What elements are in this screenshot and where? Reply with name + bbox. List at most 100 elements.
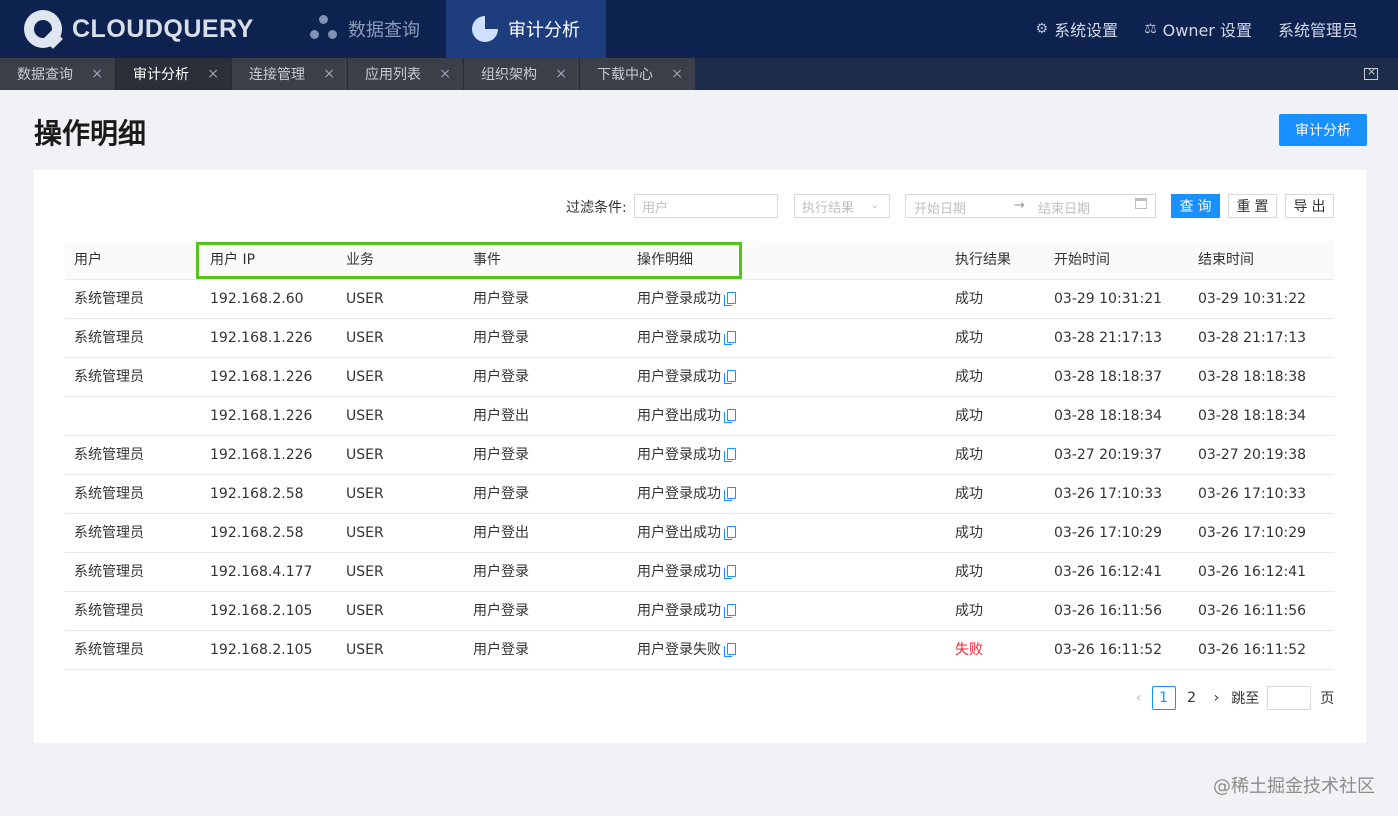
cell-text: USER <box>346 369 384 385</box>
cell-start: 03-28 18:18:37 <box>1054 358 1162 397</box>
cell-text: 03-26 17:10:29 <box>1054 525 1163 541</box>
cell-end: 03-28 18:18:34 <box>1198 397 1306 436</box>
close-icon[interactable]: × <box>207 66 219 82</box>
copy-icon[interactable] <box>724 604 736 618</box>
cell-text: USER <box>346 291 384 307</box>
tab-audit-analysis[interactable]: 审计分析 × <box>116 58 232 90</box>
cell-start: 03-28 18:18:34 <box>1054 397 1162 436</box>
cell-text: 失败 <box>955 642 983 658</box>
tab-data-query[interactable]: 数据查询 × <box>0 58 116 90</box>
audit-analysis-button[interactable]: 审计分析 <box>1279 114 1367 146</box>
cell-text: 192.168.2.58 <box>210 525 304 541</box>
cell-biz: USER <box>346 514 384 553</box>
top-tab-label: 数据查询 <box>348 20 420 41</box>
cell-biz: USER <box>346 592 384 631</box>
cell-text: 03-26 16:12:41 <box>1198 564 1307 580</box>
copy-icon[interactable] <box>724 448 736 462</box>
cell-detail: 用户登录成功 <box>637 358 736 397</box>
reset-button[interactable]: 重置 <box>1228 194 1277 218</box>
table-row: 系统管理员 192.168.4.177 USER 用户登录 用户登录成功 成功 03-26 … <box>65 553 1334 592</box>
cell-text: 03-28 18:18:37 <box>1054 369 1163 385</box>
next-page-icon[interactable]: › <box>1214 690 1220 706</box>
operation-table: 用户 用户 IP 业务 事件 操作明细 执行结果 开始时间 结束时间 系统管理员… <box>65 241 1334 670</box>
cell-event: 用户登出 <box>473 514 529 553</box>
cell-text: 192.168.1.226 <box>210 447 313 463</box>
cell-event: 用户登录 <box>473 358 529 397</box>
cell-text: 系统管理员 <box>74 369 144 385</box>
user-menu[interactable]: 系统管理员 <box>1278 17 1358 41</box>
cell-text: 系统管理员 <box>74 564 144 580</box>
close-icon[interactable]: × <box>91 66 103 82</box>
page-suffix-label: 页 <box>1320 691 1335 707</box>
copy-icon[interactable] <box>724 487 736 501</box>
cell-detail: 用户登录成功 <box>637 592 736 631</box>
cell-start: 03-27 20:19:37 <box>1054 436 1162 475</box>
close-icon[interactable]: × <box>439 66 451 82</box>
operation-detail-card: 过滤条件: 用户 执行结果 ⌄ 开始日期 → 结束日期 查询 重置 导出 用户 … <box>34 170 1366 743</box>
cell-text: 192.168.2.60 <box>210 291 304 307</box>
pagination: ‹ 1 2 › 跳至 页 <box>1136 686 1334 710</box>
cell-start: 03-28 21:17:13 <box>1054 319 1162 358</box>
cell-text: 03-26 16:11:56 <box>1198 603 1307 619</box>
column-header: 开始时间 <box>1054 252 1110 268</box>
brand-logo[interactable]: CLOUDQUERY <box>24 10 284 48</box>
cell-text: 03-26 17:10:33 <box>1054 486 1163 502</box>
cell-end: 03-28 18:18:38 <box>1198 358 1306 397</box>
owner-settings-link[interactable]: ⚖ Owner 设置 <box>1144 17 1252 41</box>
cell-text: 系统管理员 <box>74 603 144 619</box>
copy-icon[interactable] <box>724 565 736 579</box>
close-all-tabs-icon[interactable] <box>1364 65 1378 80</box>
copy-icon[interactable] <box>724 331 736 345</box>
cell-user: 系统管理员 <box>74 631 144 670</box>
tab-label: 下载中心 <box>597 67 653 83</box>
cell-ip: 192.168.2.58 <box>210 475 304 514</box>
system-settings-link[interactable]: ⚙ 系统设置 <box>1036 17 1119 41</box>
tab-app-list[interactable]: 应用列表 × <box>348 58 464 90</box>
cell-event: 用户登录 <box>473 631 529 670</box>
column-header: 业务 <box>346 252 374 268</box>
copy-icon[interactable] <box>724 643 736 657</box>
copy-icon[interactable] <box>724 370 736 384</box>
cell-text: 用户登出成功 <box>637 525 721 541</box>
copy-icon[interactable] <box>724 526 736 540</box>
user-filter-input[interactable]: 用户 <box>634 194 778 218</box>
tab-connection-management[interactable]: 连接管理 × <box>232 58 348 90</box>
cell-text: 03-26 16:11:52 <box>1198 642 1307 658</box>
copy-icon[interactable] <box>724 292 736 306</box>
close-icon[interactable]: × <box>323 66 335 82</box>
cell-text: 03-27 20:19:38 <box>1198 447 1307 463</box>
cell-detail: 用户登出成功 <box>637 397 736 436</box>
cell-user: 系统管理员 <box>74 280 144 319</box>
cell-user: 系统管理员 <box>74 514 144 553</box>
page-number[interactable]: 2 <box>1180 686 1204 710</box>
cell-start: 03-26 17:10:29 <box>1054 514 1162 553</box>
top-tab-data-query[interactable]: 数据查询 <box>284 0 446 58</box>
export-button[interactable]: 导出 <box>1285 194 1334 218</box>
tab-download-center[interactable]: 下载中心 × <box>580 58 696 90</box>
cell-text: 03-26 16:11:56 <box>1054 603 1163 619</box>
brand-name: CLOUDQUERY <box>72 14 254 43</box>
prev-page-icon[interactable]: ‹ <box>1136 690 1142 706</box>
page-number[interactable]: 1 <box>1151 686 1176 710</box>
tab-org-structure[interactable]: 组织架构 × <box>464 58 580 90</box>
jump-page-input[interactable] <box>1267 686 1312 710</box>
close-icon[interactable]: × <box>555 66 567 82</box>
cell-biz: USER <box>346 397 384 436</box>
cell-text: 03-26 16:11:52 <box>1054 642 1163 658</box>
cell-end: 03-26 16:11:52 <box>1198 631 1306 670</box>
table-row: 系统管理员 192.168.2.58 USER 用户登出 用户登出成功 成功 03-26 1… <box>65 514 1334 553</box>
query-button[interactable]: 查询 <box>1171 194 1220 218</box>
cell-text: 系统管理员 <box>74 330 144 346</box>
cell-end: 03-26 16:11:56 <box>1198 592 1306 631</box>
column-header: 用户 <box>74 252 102 268</box>
result-filter-select[interactable]: 执行结果 ⌄ <box>794 194 890 218</box>
chevron-down-icon: ⌄ <box>870 200 879 211</box>
cell-end: 03-27 20:19:38 <box>1198 436 1306 475</box>
calendar-icon <box>1135 198 1147 209</box>
cell-event: 用户登出 <box>473 397 529 436</box>
close-icon[interactable]: × <box>671 66 683 82</box>
cell-end: 03-29 10:31:22 <box>1198 280 1306 319</box>
copy-icon[interactable] <box>724 409 736 423</box>
date-range-picker[interactable]: 开始日期 → 结束日期 <box>905 194 1156 218</box>
top-tab-audit-analysis[interactable]: 审计分析 <box>446 0 606 58</box>
